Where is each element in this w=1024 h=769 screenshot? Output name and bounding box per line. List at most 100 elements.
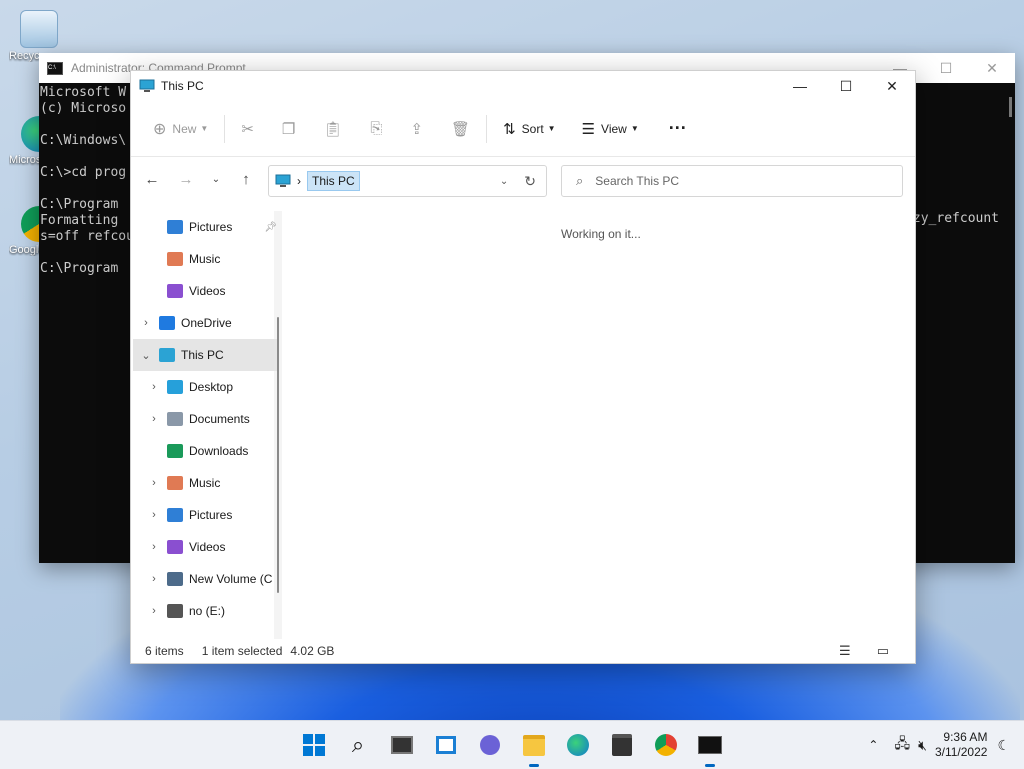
volume-muted-icon[interactable]: 🔇︎ [918, 737, 927, 754]
loading-message: Working on it... [561, 227, 641, 241]
desktop-icon-label: Microsoft Edge [9, 154, 39, 166]
search-button[interactable]: ⌕ [344, 731, 372, 759]
back-button[interactable]: ← [135, 171, 169, 188]
breadcrumb-this-pc[interactable]: This PC [307, 171, 360, 191]
chat-button[interactable] [476, 731, 504, 759]
expand-chevron-icon[interactable]: › [147, 573, 161, 585]
search-icon: ⌕ [351, 732, 365, 757]
content-area[interactable]: Working on it... [287, 211, 915, 639]
new-button[interactable]: ⊕ New ▼ [145, 114, 216, 144]
details-view-icon[interactable]: ☰ [839, 643, 851, 659]
expand-chevron-icon[interactable]: › [147, 477, 161, 489]
start-button[interactable] [300, 731, 328, 759]
rename-icon: ⎘ [370, 120, 383, 137]
clipboard-icon: 📋︎ [323, 120, 343, 138]
chrome-taskbar-button[interactable] [652, 731, 680, 759]
folder-icon [167, 604, 183, 618]
paste-button[interactable]: 📋︎ [315, 114, 350, 144]
new-label: New [172, 121, 197, 136]
nav-item-videos[interactable]: Videos [131, 275, 281, 307]
maximize-button[interactable]: ☐ [823, 71, 869, 101]
edge-taskbar-button[interactable] [564, 731, 592, 759]
nav-item-videos[interactable]: › Videos [131, 531, 281, 563]
folder-icon [167, 444, 183, 458]
nav-pane-scrollbar[interactable] [277, 317, 279, 593]
folder-icon [523, 734, 545, 756]
refresh-icon[interactable]: ↻ [524, 173, 536, 190]
nav-item-label: Downloads [189, 444, 249, 458]
expand-chevron-icon[interactable]: › [139, 317, 153, 329]
explorer-title-bar[interactable]: This PC — ☐ ✕ [131, 71, 915, 101]
cmd-taskbar-button[interactable] [696, 731, 724, 767]
close-button[interactable]: ✕ [869, 71, 915, 101]
expand-chevron-icon[interactable]: › [147, 541, 161, 553]
nav-item-label: Music [189, 252, 221, 266]
cut-button[interactable]: ✂ [233, 114, 262, 144]
folder-icon [167, 508, 183, 522]
view-button[interactable]: ☰ View ▼ [574, 114, 647, 144]
pin-icon[interactable]: 📌︎ [264, 222, 277, 233]
forward-button[interactable]: → [169, 171, 203, 188]
expand-chevron-icon[interactable]: › [147, 509, 161, 521]
search-placeholder: Search This PC [595, 174, 680, 188]
nav-item-pictures[interactable]: › Pictures [131, 499, 281, 531]
store-taskbar-button[interactable] [608, 731, 636, 759]
task-view-button[interactable] [388, 731, 416, 759]
close-icon[interactable]: ✕ [969, 60, 1015, 77]
rename-button[interactable]: ⎘ [362, 114, 390, 144]
toolbar-divider [224, 114, 226, 143]
delete-button[interactable]: 🗑︎ [443, 114, 478, 144]
nav-item-label: Documents [189, 412, 250, 426]
up-button[interactable]: ↑ [229, 171, 263, 188]
chevron-down-icon: ▼ [547, 124, 556, 133]
cmd-scrollbar[interactable] [1009, 97, 1012, 117]
address-dropdown-icon[interactable]: ⌄ [500, 176, 508, 187]
expand-chevron-icon[interactable]: › [147, 413, 161, 425]
minimize-button[interactable]: — [777, 71, 823, 101]
folder-icon [167, 540, 183, 554]
nav-item-label: no (E:) [189, 604, 226, 618]
notifications-icon[interactable]: ☾ [997, 737, 1010, 754]
nav-item-label: Pictures [189, 220, 233, 234]
folder-icon [167, 220, 183, 234]
network-icon[interactable]: 🖧︎ [894, 733, 910, 757]
file-explorer-window[interactable]: This PC — ☐ ✕ ⊕ New ▼ ✂ ❐ 📋︎ ⎘ ⇪ 🗑︎ ⇅ So… [130, 70, 916, 664]
nav-item-no-e[interactable]: › no (E:) [131, 595, 281, 627]
expand-chevron-icon[interactable]: ⌄ [139, 349, 153, 362]
expand-chevron-icon[interactable]: › [147, 381, 161, 393]
nav-item-music[interactable]: Music [131, 243, 281, 275]
nav-item-desktop[interactable]: › Desktop [131, 371, 281, 403]
nav-item-label: Desktop [189, 380, 234, 394]
copy-button[interactable]: ❐ [274, 114, 303, 144]
nav-item-label: This PC [181, 348, 224, 362]
system-tray: ⌃ 🖧︎ 🔇︎ 9:36 AM 3/11/2022 ☾ [868, 721, 1024, 769]
more-options-button[interactable]: ··· [661, 114, 695, 144]
nav-item-onedrive[interactable]: › OneDrive [131, 307, 281, 339]
nav-item-documents[interactable]: › Documents [131, 403, 281, 435]
clock[interactable]: 9:36 AM 3/11/2022 [935, 730, 988, 760]
status-selection: 1 item selected [201, 644, 283, 658]
file-explorer-taskbar-button[interactable] [520, 731, 548, 767]
show-hidden-icons-button[interactable]: ⌃ [868, 738, 878, 752]
nav-item-pictures[interactable]: Pictures 📌︎ [131, 211, 281, 243]
maximize-icon[interactable]: ☐ [923, 60, 969, 77]
widgets-button[interactable] [432, 731, 460, 759]
nav-item-this-pc[interactable]: ⌄ This PC [133, 339, 279, 371]
widgets-icon [436, 736, 456, 754]
folder-icon [167, 412, 183, 426]
large-icons-view-icon[interactable]: ▭ [877, 643, 889, 659]
search-box[interactable]: ⌕ Search This PC [561, 165, 903, 197]
task-view-icon [391, 736, 413, 754]
nav-item-new-volume-c[interactable]: › New Volume (C [131, 563, 281, 595]
share-button[interactable]: ⇪ [402, 114, 431, 144]
nav-item-label: OneDrive [181, 316, 232, 330]
address-bar[interactable]: › This PC ⌄ ↻ [268, 165, 547, 197]
nav-item-music[interactable]: › Music [131, 467, 281, 499]
nav-item-label: New Volume (C [189, 572, 273, 586]
expand-chevron-icon[interactable]: › [147, 605, 161, 617]
recent-locations-button[interactable]: ⌄ [203, 174, 229, 185]
sort-button[interactable]: ⇅ Sort ▼ [495, 114, 564, 144]
status-bar: 6 items 1 item selected 4.02 GB ☰ ▭ [131, 639, 915, 663]
nav-item-downloads[interactable]: Downloads [131, 435, 281, 467]
view-label: View [601, 121, 627, 136]
